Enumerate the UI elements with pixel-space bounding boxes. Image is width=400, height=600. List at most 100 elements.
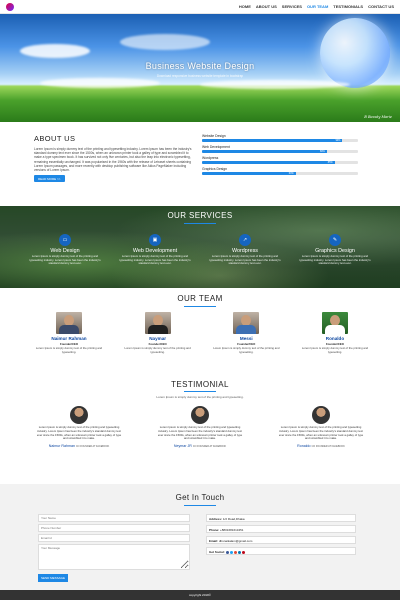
chart-icon: ↗ xyxy=(239,234,251,246)
linkedin-icon[interactable] xyxy=(237,550,241,554)
contact-title: Get In Touch xyxy=(175,493,225,502)
read-more-button[interactable]: READ MORE >> xyxy=(34,175,65,183)
phone-input[interactable] xyxy=(38,524,190,532)
address-value: 1/2 Road,Dhaka xyxy=(222,517,245,521)
twitter-icon[interactable] xyxy=(229,550,233,554)
testimonial-card: Lorem Ipsum is simply dummy text of the … xyxy=(278,406,364,448)
skill-percent: 80% xyxy=(320,150,325,153)
nav-our-team[interactable]: OUR TEAM xyxy=(307,4,328,9)
contact-section: Get In Touch SEND MESSAGE Address: 1/2 R… xyxy=(0,484,400,590)
skill-bar-fill: 60% xyxy=(202,172,296,175)
nav-testimonials[interactable]: TESTIMONIALS xyxy=(333,4,363,9)
skill-label: Wordpress xyxy=(202,156,219,160)
social-row: Get Social: xyxy=(206,547,356,555)
skill-website-design: Website Design 90% xyxy=(202,134,358,142)
hero-banner: Business Website Design Download respons… xyxy=(0,14,400,122)
about-text: Lorem Ipsum is simply dummy text of the … xyxy=(34,147,192,173)
message-input[interactable] xyxy=(38,544,190,570)
service-text: Lorem Ipsum is simply dummy text of the … xyxy=(209,254,281,266)
pinterest-icon[interactable] xyxy=(241,550,245,554)
team-title: OUR TEAM xyxy=(177,294,223,303)
testimonial-subtitle: Lorem Ipsum is simply dummy text of the … xyxy=(156,395,244,399)
about-section: ABOUT US Lorem Ipsum is simply dummy tex… xyxy=(0,126,400,206)
skill-percent: 60% xyxy=(288,172,294,175)
author-role: CO FOUNDER AT FACEBOOK xyxy=(311,445,345,449)
service-card[interactable]: ↗ Wordpress Lorem Ipsum is simply dummy … xyxy=(206,234,284,266)
testimonial-text: Lorem Ipsum is simply dummy text of the … xyxy=(278,425,364,441)
skill-percent: 90% xyxy=(335,139,341,142)
team-member[interactable]: Naimur Rahman Founder/CEO Lorem Ipsum is… xyxy=(32,312,106,354)
phone-label: Phone: xyxy=(209,528,220,532)
testimonial-text: Lorem Ipsum is simply dummy text of the … xyxy=(157,425,243,441)
testimonial-underline xyxy=(184,391,216,392)
email-input[interactable] xyxy=(38,534,190,542)
hero-title: Business Website Design xyxy=(145,61,255,71)
member-text: Lorem Ipsum is simply dummy text of the … xyxy=(301,346,369,354)
services-grid: ▭ Web Design Lorem Ipsum is simply dummy… xyxy=(26,234,374,266)
send-message-button[interactable]: SEND MESSAGE xyxy=(38,574,69,582)
skill-label: Web Development xyxy=(202,145,230,149)
service-card[interactable]: ✎ Graphics Design Lorem Ipsum is simply … xyxy=(296,234,374,266)
author-name: Ronaldo xyxy=(297,444,311,449)
service-text: Lorem Ipsum is simply dummy text of the … xyxy=(299,254,371,266)
member-photo xyxy=(321,312,348,334)
facebook-icon[interactable] xyxy=(225,550,229,554)
pen-icon: ✎ xyxy=(329,234,341,246)
member-name: Naimur Rahman xyxy=(51,336,87,341)
google-plus-icon[interactable] xyxy=(233,550,237,554)
hero-subtitle: Download responsive business website tem… xyxy=(156,74,244,78)
service-card[interactable]: ▭ Web Design Lorem Ipsum is simply dummy… xyxy=(26,234,104,266)
skill-bar-fill: 90% xyxy=(202,139,343,142)
address-row: Address: 1/2 Road,Dhaka xyxy=(206,514,356,522)
testimonial-card: Lorem Ipsum is simply dummy text of the … xyxy=(36,406,122,448)
service-text: Lorem Ipsum is simply dummy text of the … xyxy=(119,254,191,266)
member-name: Messi xyxy=(239,336,253,341)
name-input[interactable] xyxy=(38,514,190,522)
email-value[interactable]: dbsnaikalam@gmail.com xyxy=(219,539,253,543)
top-navbar: HOME ABOUT US SERVICES OUR TEAM TESTIMON… xyxy=(0,0,400,14)
member-photo xyxy=(233,312,260,334)
email-row: Email: dbsnaikalam@gmail.com xyxy=(206,536,356,544)
monitor-icon: ▣ xyxy=(149,234,161,246)
skills-panel: Website Design 90% Web Development 80% W… xyxy=(202,134,358,178)
skill-percent: 85% xyxy=(327,161,333,164)
contact-underline xyxy=(184,505,216,506)
about-content: ABOUT US Lorem Ipsum is simply dummy tex… xyxy=(34,134,194,183)
nav-contact-us[interactable]: CONTACT US xyxy=(368,4,394,9)
team-member[interactable]: Messi Founder/CEO Lorem Ipsum is simply … xyxy=(209,312,283,354)
author-role: CO FOUNDER AT FACEBOOK xyxy=(75,445,110,449)
team-grid: Naimur Rahman Founder/CEO Lorem Ipsum is… xyxy=(32,312,372,354)
services-underline xyxy=(184,223,216,224)
testimonial-title: TESTIMONIAL xyxy=(171,380,229,389)
testimonial-avatar xyxy=(70,406,88,424)
member-photo xyxy=(56,312,82,334)
member-text: Lorem Ipsum is simply dummy text of the … xyxy=(124,346,191,354)
team-member[interactable]: Ronaldo Founder/CEO Lorem Ipsum is simpl… xyxy=(298,312,372,354)
desktop-icon: ▭ xyxy=(59,234,71,246)
logo[interactable] xyxy=(6,2,14,11)
footer: copyright 2019© xyxy=(0,590,400,600)
member-photo xyxy=(144,312,171,334)
author-name: Naimur Rahman xyxy=(48,444,75,449)
member-name: Naymar xyxy=(149,336,167,341)
contact-info: Address: 1/2 Road,Dhaka Phone: +88016816… xyxy=(206,514,356,558)
author-name: Neymar JR xyxy=(173,444,192,449)
testimonial-card: Lorem Ipsum is simply dummy text of the … xyxy=(157,406,243,448)
email-label: Email: xyxy=(209,539,219,543)
team-underline xyxy=(184,306,216,307)
testimonial-section: TESTIMONIAL Lorem Ipsum is simply dummy … xyxy=(0,380,400,476)
team-member[interactable]: Naymar Founder/CEO Lorem Ipsum is simply… xyxy=(121,312,195,354)
testimonial-grid: Lorem Ipsum is simply dummy text of the … xyxy=(36,406,364,448)
service-card[interactable]: ▣ Web Development Lorem Ipsum is simply … xyxy=(116,234,194,266)
about-title: ABOUT US xyxy=(34,134,76,143)
author-role: CO FOUNDER AT FACEBOOK xyxy=(192,445,227,449)
nav-about-us[interactable]: ABOUT US xyxy=(256,4,277,9)
skill-bar: 80% xyxy=(202,150,358,153)
skill-bar: 60% xyxy=(202,172,358,175)
nav-services[interactable]: SERVICES xyxy=(282,4,302,9)
nav-home[interactable]: HOME xyxy=(239,4,251,9)
testimonial-author: Naimur Rahman CO FOUNDER AT FACEBOOK xyxy=(36,444,122,448)
testimonial-author: Neymar JR CO FOUNDER AT FACEBOOK xyxy=(157,444,243,448)
contact-form: SEND MESSAGE xyxy=(38,514,190,582)
main-menu: HOME ABOUT US SERVICES OUR TEAM TESTIMON… xyxy=(239,4,394,9)
